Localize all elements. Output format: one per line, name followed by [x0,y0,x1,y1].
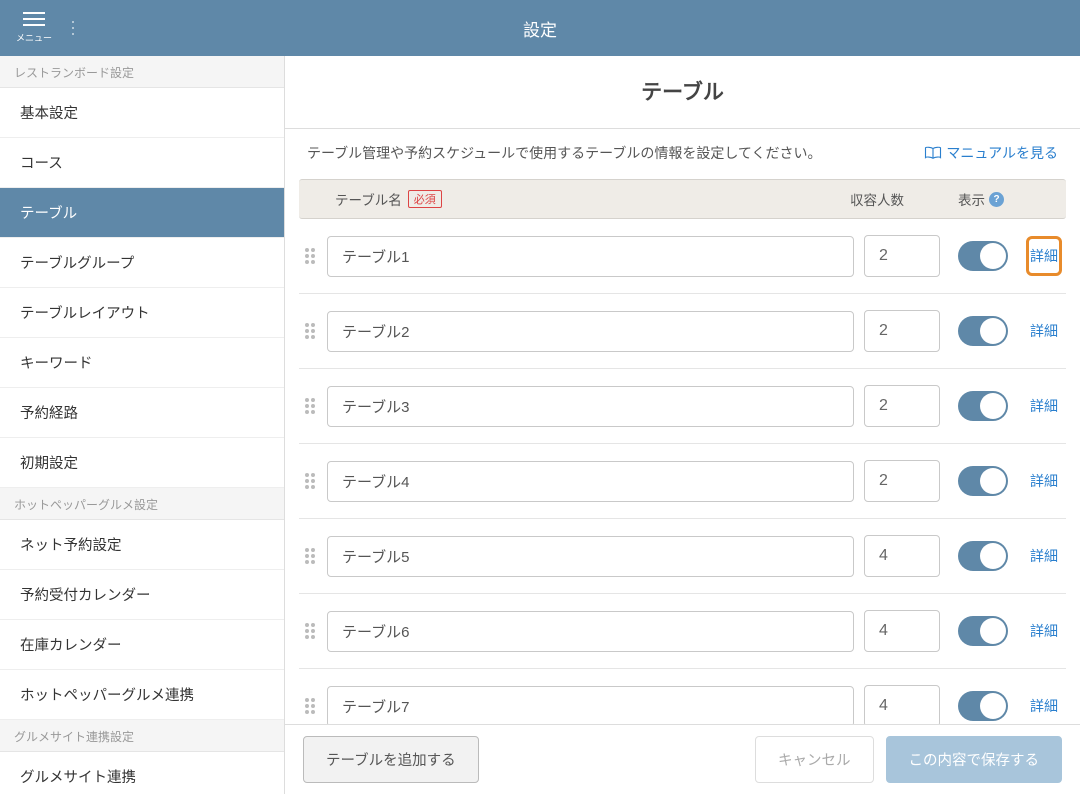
app-header: メニュー 設定 [0,0,1080,56]
sidebar-item[interactable]: テーブルレイアウト [0,288,284,338]
table-row: 詳細 [299,444,1066,519]
display-toggle[interactable] [958,466,1008,496]
table-row: 詳細 [299,294,1066,369]
detail-button[interactable]: 詳細 [1026,318,1062,344]
sidebar-item[interactable]: 在庫カレンダー [0,620,284,670]
drag-handle-icon[interactable] [303,248,317,264]
sidebar-item[interactable]: 予約経路 [0,388,284,438]
save-button[interactable]: この内容で保存する [886,736,1063,783]
capacity-input[interactable] [864,385,940,427]
sidebar-section: ホットペッパーグルメ設定 [0,488,284,520]
help-icon[interactable]: ? [989,192,1004,207]
manual-link-text: マニュアルを見る [946,143,1058,163]
table-name-input[interactable] [327,461,854,502]
page-title: テーブル [285,56,1080,129]
capacity-input[interactable] [864,685,940,727]
detail-button[interactable]: 詳細 [1026,543,1062,569]
drag-handle-icon[interactable] [303,398,317,414]
sidebar-section: グルメサイト連携設定 [0,720,284,752]
sidebar-item[interactable]: 初期設定 [0,438,284,488]
table-name-input[interactable] [327,386,854,427]
capacity-input[interactable] [864,460,940,502]
sidebar-item[interactable]: ネット予約設定 [0,520,284,570]
capacity-input[interactable] [864,535,940,577]
detail-button[interactable]: 詳細 [1026,618,1062,644]
sidebar-item[interactable]: グルメサイト連携 [0,752,284,794]
sidebar-item[interactable]: キーワード [0,338,284,388]
drag-handle-icon[interactable] [303,623,317,639]
table-name-input[interactable] [327,536,854,577]
table-header: テーブル名 必須 収容人数 表示 ? [299,179,1066,219]
table-rows: 詳細詳細詳細詳細詳細詳細詳細 [285,219,1080,794]
table-row: 詳細 [299,369,1066,444]
display-toggle[interactable] [958,316,1008,346]
menu-label: メニュー [16,31,52,44]
sidebar-item[interactable]: ホットペッパーグルメ連携 [0,670,284,720]
add-table-button[interactable]: テーブルを追加する [303,736,479,783]
display-toggle[interactable] [958,691,1008,721]
main-content: テーブル テーブル管理や予約スケジュールで使用するテーブルの情報を設定してくださ… [285,56,1080,794]
manual-link[interactable]: マニュアルを見る [924,143,1058,163]
book-icon [924,146,942,160]
sidebar-item[interactable]: テーブルグループ [0,238,284,288]
display-toggle[interactable] [958,616,1008,646]
sidebar: レストランボード設定基本設定コーステーブルテーブルグループテーブルレイアウトキー… [0,56,285,794]
detail-button[interactable]: 詳細 [1026,236,1062,276]
separator-dots-icon [72,21,74,35]
sidebar-section: レストランボード設定 [0,56,284,88]
sidebar-item[interactable]: 予約受付カレンダー [0,570,284,620]
intro-bar: テーブル管理や予約スケジュールで使用するテーブルの情報を設定してください。 マニ… [285,129,1080,179]
col-capacity: 収容人数 [838,189,916,209]
col-name: テーブル名 [335,189,402,209]
intro-text: テーブル管理や予約スケジュールで使用するテーブルの情報を設定してください。 [307,143,822,163]
table-name-input[interactable] [327,611,854,652]
table-name-input[interactable] [327,236,854,277]
sidebar-item[interactable]: テーブル [0,188,284,238]
capacity-input[interactable] [864,310,940,352]
drag-handle-icon[interactable] [303,323,317,339]
table-row: 詳細 [299,519,1066,594]
menu-button[interactable]: メニュー [6,12,62,44]
table-row: 詳細 [299,594,1066,669]
table-name-input[interactable] [327,686,854,727]
header-title: 設定 [0,16,1080,41]
display-toggle[interactable] [958,541,1008,571]
sidebar-item[interactable]: 基本設定 [0,88,284,138]
detail-button[interactable]: 詳細 [1026,693,1062,719]
capacity-input[interactable] [864,610,940,652]
table-row: 詳細 [299,219,1066,294]
drag-handle-icon[interactable] [303,473,317,489]
detail-button[interactable]: 詳細 [1026,393,1062,419]
sidebar-item[interactable]: コース [0,138,284,188]
display-toggle[interactable] [958,241,1008,271]
footer-bar: テーブルを追加する キャンセル この内容で保存する [285,724,1080,794]
drag-handle-icon[interactable] [303,548,317,564]
display-toggle[interactable] [958,391,1008,421]
drag-handle-icon[interactable] [303,698,317,714]
col-display: 表示 [958,189,985,209]
cancel-button[interactable]: キャンセル [755,736,874,783]
table-name-input[interactable] [327,311,854,352]
detail-button[interactable]: 詳細 [1026,468,1062,494]
hamburger-icon [23,12,45,26]
required-badge: 必須 [408,190,442,208]
capacity-input[interactable] [864,235,940,277]
